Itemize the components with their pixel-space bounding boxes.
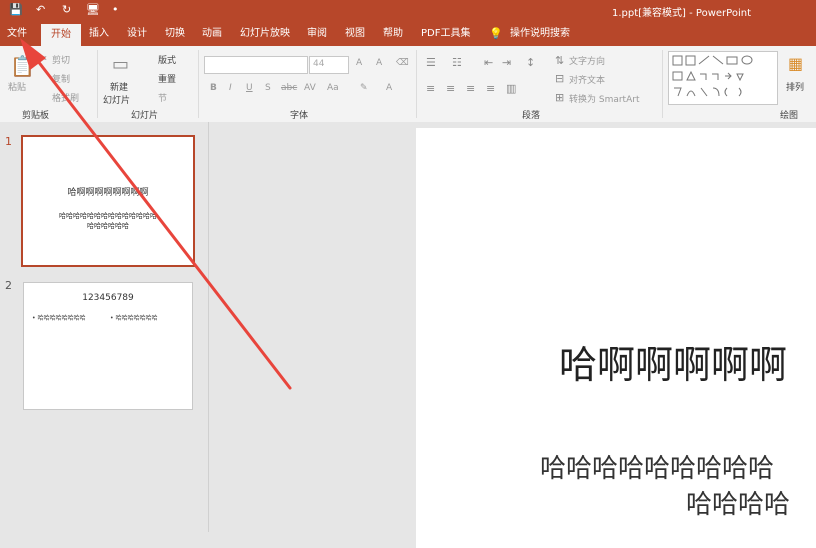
tell-me-search[interactable]: 操作说明搜索 <box>510 22 570 46</box>
align-right-icon[interactable]: ≡ <box>466 82 475 95</box>
text-direction-icon: ⇅ <box>555 54 565 67</box>
new-slide-button-line2[interactable]: 幻灯片 <box>103 93 130 106</box>
decrease-font-icon[interactable]: A <box>376 58 382 68</box>
highlight-icon[interactable]: ✎ <box>360 83 368 93</box>
shadow-button[interactable]: S <box>265 83 271 93</box>
slide-thumbnail-2[interactable]: 123456789 • 哈哈哈哈哈哈哈哈 • 哈哈哈哈哈哈哈 <box>23 282 193 410</box>
redo-icon[interactable]: ↻ <box>62 3 71 16</box>
current-slide[interactable]: 哈啊啊啊啊啊 哈哈哈哈哈哈哈哈哈 哈哈哈哈 <box>416 128 816 548</box>
section-button[interactable]: 节 <box>158 91 167 104</box>
thumb-2-title: 123456789 <box>82 293 134 303</box>
window-title: 1.ppt[兼容模式] - PowerPoint <box>612 8 751 19</box>
thumb-2-bullet2: • 哈哈哈哈哈哈哈 <box>110 315 158 322</box>
new-slide-button[interactable]: 新建 <box>110 80 128 93</box>
lightbulb-icon: 💡 <box>489 27 503 40</box>
text-direction-button[interactable]: 文字方向 <box>569 54 605 67</box>
indent-icon[interactable]: ⇤ <box>484 56 493 69</box>
thumb-1-body-line1: 哈哈哈哈哈哈哈哈哈哈哈哈哈哈 <box>59 212 157 220</box>
tab-animations[interactable]: 动画 <box>202 22 222 46</box>
title-bar: 💾 ↶ ↻ 🖥 • 1.ppt[兼容模式] - PowerPoint <box>0 0 816 22</box>
thumb-1-body-line2: 哈哈哈哈哈哈 <box>87 222 129 230</box>
outdent-icon[interactable]: ⇥ <box>502 56 511 69</box>
increase-font-icon[interactable]: A <box>356 58 362 68</box>
tab-review[interactable]: 审阅 <box>307 22 327 46</box>
italic-button[interactable]: I <box>229 83 232 93</box>
slide-title-placeholder[interactable]: 哈啊啊啊啊啊 <box>559 334 787 389</box>
numbering-icon[interactable]: ☷ <box>452 56 462 69</box>
align-text-button[interactable]: 对齐文本 <box>569 73 605 86</box>
paragraph-group-label: 段落 <box>522 111 541 121</box>
tab-insert[interactable]: 插入 <box>89 22 109 46</box>
undo-icon[interactable]: ↶ <box>36 3 45 16</box>
thumb-2-bullet2-text: 哈哈哈哈哈哈哈 <box>115 315 158 322</box>
strikethrough-button[interactable]: abc <box>281 83 297 93</box>
slide-number-1: 1 <box>5 135 12 148</box>
copy-button[interactable]: 复制 <box>52 72 70 85</box>
arrange-icon[interactable]: ▦ <box>788 54 803 73</box>
clear-format-icon[interactable]: ⌫ <box>396 58 409 68</box>
arrange-button[interactable]: 排列 <box>786 80 804 93</box>
clipboard-group-label: 剪贴板 <box>22 111 50 121</box>
save-icon[interactable]: 💾 <box>9 3 23 16</box>
font-group-label: 字体 <box>290 111 309 121</box>
tab-home[interactable]: 开始 <box>41 24 81 46</box>
font-size-select[interactable]: 44 <box>309 56 349 74</box>
tab-transitions[interactable]: 切换 <box>165 22 185 46</box>
line-spacing-icon[interactable]: ↕ <box>526 56 535 69</box>
shapes-gallery[interactable] <box>668 51 778 105</box>
divider <box>662 50 663 118</box>
justify-icon[interactable]: ≡ <box>486 82 495 95</box>
drawing-group-label: 绘图 <box>780 111 799 121</box>
slide-editor: 哈啊啊啊啊啊 哈哈哈哈哈哈哈哈哈 哈哈哈哈 <box>209 122 816 548</box>
slide-body-line2[interactable]: 哈哈哈哈 <box>686 484 790 521</box>
paste-button-label[interactable]: 粘贴 <box>8 80 26 93</box>
customize-quick-access-icon[interactable]: • <box>112 3 119 16</box>
tab-file[interactable]: 文件 <box>7 22 27 46</box>
cut-button[interactable]: 剪切 <box>52 53 70 66</box>
ribbon-tabs: 文件 开始 插入 设计 切换 动画 幻灯片放映 审阅 视图 帮助 PDF工具集 … <box>0 22 816 46</box>
start-presentation-icon[interactable]: 🖥 <box>86 3 100 16</box>
format-painter-button[interactable]: 格式刷 <box>52 91 79 104</box>
align-text-icon: ⊟ <box>555 72 565 85</box>
tab-view[interactable]: 视图 <box>345 22 365 46</box>
tab-slideshow[interactable]: 幻灯片放映 <box>240 22 290 46</box>
thumb-2-bullet1-text: 哈哈哈哈哈哈哈哈 <box>37 315 86 322</box>
font-color-button[interactable]: A <box>386 83 392 93</box>
divider <box>416 50 417 118</box>
slide-number-2: 2 <box>5 279 12 292</box>
bullets-icon[interactable]: ☰ <box>426 56 436 69</box>
slide-thumbnail-1[interactable]: 哈啊啊啊啊啊啊啊啊 哈哈哈哈哈哈哈哈哈哈哈哈哈哈 哈哈哈哈哈哈 <box>21 135 195 267</box>
reset-button[interactable]: 重置 <box>158 72 176 85</box>
paste-icon[interactable]: 📋 <box>10 54 35 78</box>
smartart-icon: ⊞ <box>555 91 565 104</box>
columns-icon[interactable]: ▥ <box>506 82 516 95</box>
bold-button[interactable]: B <box>210 83 217 93</box>
char-spacing-button[interactable]: AV <box>304 83 316 93</box>
divider <box>97 50 98 118</box>
change-case-button[interactable]: Aa <box>327 83 339 93</box>
slides-group-label: 幻灯片 <box>131 111 159 121</box>
thumb-2-bullet1: • 哈哈哈哈哈哈哈哈 <box>32 315 86 322</box>
layout-button[interactable]: 版式 <box>158 53 176 66</box>
slide-body-line1[interactable]: 哈哈哈哈哈哈哈哈哈 <box>540 448 774 485</box>
tab-pdf-tools[interactable]: PDF工具集 <box>421 22 470 46</box>
font-size-value: 44 <box>313 59 325 69</box>
align-left-icon[interactable]: ≡ <box>426 82 435 95</box>
convert-smartart-button[interactable]: 转换为 SmartArt <box>569 92 639 105</box>
cut-icon: ✂ <box>38 52 48 65</box>
tab-help[interactable]: 帮助 <box>383 22 403 46</box>
thumb-1-title: 哈啊啊啊啊啊啊啊啊 <box>67 188 149 198</box>
new-slide-icon[interactable]: ▭ <box>112 54 129 75</box>
slide-thumbnails-pane: 1 哈啊啊啊啊啊啊啊啊 哈哈哈哈哈哈哈哈哈哈哈哈哈哈 哈哈哈哈哈哈 2 1234… <box>0 122 209 532</box>
shapes-icons <box>672 55 753 97</box>
ribbon-home: 📋 粘贴 ✂ 剪切 复制 格式刷 剪贴板 ▭ 新建 幻灯片 版式 重置 节 幻灯… <box>0 46 816 123</box>
divider <box>198 50 199 118</box>
tab-design[interactable]: 设计 <box>127 22 147 46</box>
align-center-icon[interactable]: ≡ <box>446 82 455 95</box>
underline-button[interactable]: U <box>246 83 253 93</box>
font-name-select[interactable] <box>204 56 308 74</box>
